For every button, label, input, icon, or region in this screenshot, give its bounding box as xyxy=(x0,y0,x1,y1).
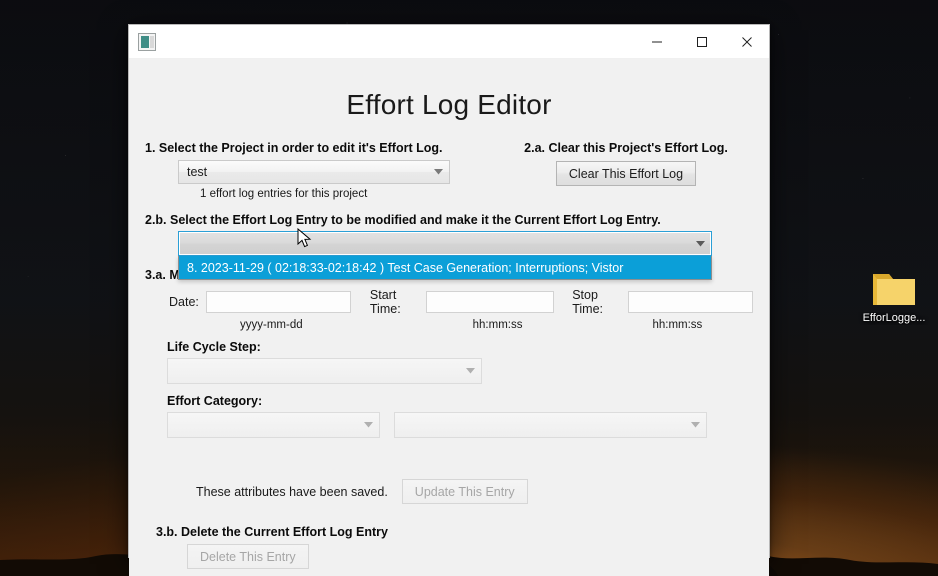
chevron-down-icon xyxy=(459,368,481,374)
entries-count-text: 1 effort log entries for this project xyxy=(200,188,368,200)
chevron-down-icon xyxy=(357,422,379,428)
maximize-icon xyxy=(696,36,707,47)
close-icon xyxy=(741,36,752,47)
date-format-hint: yyyy-mm-dd xyxy=(240,319,303,331)
entry-select-wrapper: 8. 2023-11-29 ( 02:18:33-02:18:42 ) Test… xyxy=(178,231,753,280)
maximize-button[interactable] xyxy=(679,25,724,58)
desktop-icon-efforlogger[interactable]: EfforLogge... xyxy=(856,268,932,325)
format-hints-row: yyyy-mm-dd hh:mm:ss hh:mm:ss xyxy=(145,319,753,331)
step1-row: 1. Select the Project in order to edit i… xyxy=(145,141,753,200)
lifecycle-label: Life Cycle Step: xyxy=(167,340,261,354)
chevron-down-icon xyxy=(427,169,449,175)
list-item[interactable]: 8. 2023-11-29 ( 02:18:33-02:18:42 ) Test… xyxy=(179,256,711,279)
step2a-column: 2.a. Clear this Project's Effort Log. Cl… xyxy=(475,141,753,186)
chevron-down-icon xyxy=(689,240,711,247)
minimize-button[interactable] xyxy=(634,25,679,58)
effort-category-detail-select[interactable] xyxy=(394,412,707,438)
desktop-icon-label: EfforLogge... xyxy=(862,312,926,324)
step2a-heading: 2.a. Clear this Project's Effort Log. xyxy=(524,141,728,155)
step3a-row: 3.a. M Date: Start Time: Stop Time: yyyy… xyxy=(145,268,753,504)
project-select-value: test xyxy=(187,165,208,179)
start-time-label: Start Time: xyxy=(369,288,401,316)
page-title: Effort Log Editor xyxy=(346,89,552,120)
saved-status-row: These attributes have been saved. Update… xyxy=(145,479,753,504)
lifecycle-select[interactable] xyxy=(167,358,482,384)
app-icon xyxy=(138,32,156,51)
close-button[interactable] xyxy=(724,25,769,58)
delete-entry-button[interactable]: Delete This Entry xyxy=(187,544,309,569)
category-block: Effort Category: xyxy=(145,394,753,438)
category-row xyxy=(167,412,753,438)
start-time-input[interactable] xyxy=(426,291,555,313)
entry-dropdown-list[interactable]: 8. 2023-11-29 ( 02:18:33-02:18:42 ) Test… xyxy=(178,256,712,280)
window-titlebar[interactable] xyxy=(129,25,769,59)
date-input[interactable] xyxy=(205,291,351,313)
stop-time-input[interactable] xyxy=(628,291,753,313)
datetime-row: Date: Start Time: Stop Time: xyxy=(145,288,753,316)
minimize-icon xyxy=(651,41,662,42)
window-client-area: Effort Log Editor 1. Select the Project … xyxy=(129,59,769,576)
effort-log-editor-window: Effort Log Editor 1. Select the Project … xyxy=(128,24,770,576)
stop-time-format-hint: hh:mm:ss xyxy=(652,319,703,331)
step2b-heading: 2.b. Select the Effort Log Entry to be m… xyxy=(145,213,661,227)
step1-heading: 1. Select the Project in order to edit i… xyxy=(145,141,443,155)
step1-left-column: 1. Select the Project in order to edit i… xyxy=(145,141,475,200)
entry-select[interactable] xyxy=(178,231,712,256)
lifecycle-block: Life Cycle Step: xyxy=(145,340,753,384)
step2b-row: 2.b. Select the Effort Log Entry to be m… xyxy=(145,213,753,280)
category-label: Effort Category: xyxy=(167,394,263,408)
desktop: EfforLogge... Effort Log Editor 1. Selec… xyxy=(0,0,938,576)
project-select[interactable]: test xyxy=(178,160,450,184)
date-label: Date: xyxy=(169,295,199,309)
step3b-heading: 3.b. Delete the Current Effort Log Entry xyxy=(156,525,388,539)
stop-time-label: Stop Time: xyxy=(572,288,604,316)
mouse-cursor xyxy=(297,228,312,248)
saved-status-text: These attributes have been saved. xyxy=(196,484,388,499)
folder-icon xyxy=(870,268,918,308)
effort-category-select[interactable] xyxy=(167,412,380,438)
clear-effort-log-button[interactable]: Clear This Effort Log xyxy=(555,161,697,186)
step3b-row: 3.b. Delete the Current Effort Log Entry… xyxy=(145,525,753,569)
start-time-format-hint: hh:mm:ss xyxy=(472,319,523,331)
chevron-down-icon xyxy=(684,422,706,428)
update-entry-button[interactable]: Update This Entry xyxy=(401,479,528,504)
